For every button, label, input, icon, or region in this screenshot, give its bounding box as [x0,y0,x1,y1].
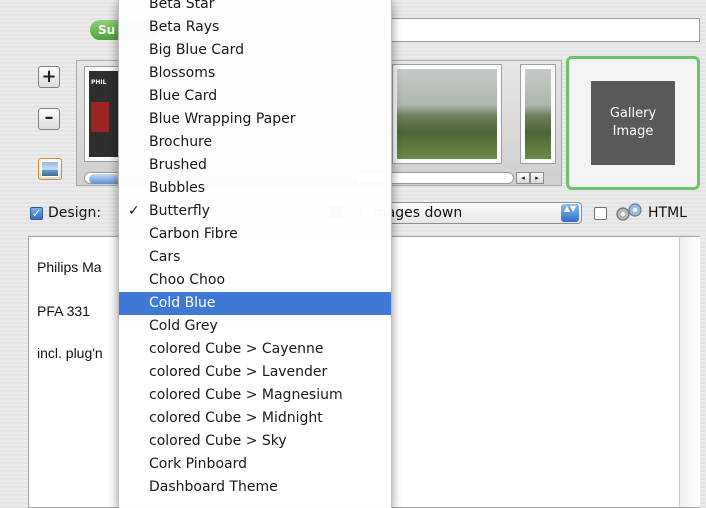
menu-item[interactable]: colored Cube > Sky [119,430,391,453]
gears-icon[interactable] [614,202,646,222]
menu-item-label: Dashboard Theme [149,479,278,495]
menu-item[interactable]: Cork Pinboard [119,453,391,476]
gallery-image-placeholder: Gallery Image [591,81,675,165]
menu-item[interactable]: Dashboard Theme [119,476,391,499]
scroll-left-arrow-icon[interactable]: ◂ [516,172,530,184]
text-scrollbar[interactable] [679,237,700,507]
menu-item[interactable]: Beta Star [119,0,391,16]
design-dropdown-menu: Beta Star Beta Rays Big Blue Card Blossoms B… [118,0,392,508]
gallery-thumbnail[interactable] [392,64,502,164]
html-label: HTML [648,205,687,221]
menu-item-label: Blossoms [149,65,216,81]
gallery-image-label-line1: Gallery [609,105,657,121]
menu-item-label: colored Cube > Magnesium [149,387,343,403]
menu-item-label: Big Blue Card [149,42,245,58]
landscape-picture-icon [41,161,59,177]
scroll-right-arrow-icon[interactable]: ▸ [530,172,544,184]
menu-item[interactable]: ✓ Butterfly [119,200,391,223]
menu-item[interactable]: colored Cube > Magnesium [119,384,391,407]
menu-item-label: colored Cube > Midnight [149,410,323,426]
menu-item-label: Blue Card [149,88,218,104]
design-checkbox[interactable]: ✓ [30,207,43,220]
menu-item[interactable]: Blossoms [119,62,391,85]
menu-item[interactable]: Brushed [119,154,391,177]
remove-image-button[interactable]: – [38,108,60,130]
menu-item-label: Choo Choo [149,272,226,288]
gallery-image-label-line2: Image [612,124,654,139]
description-line: PFA 331 [37,303,90,319]
menu-item[interactable]: Cold Blue [119,292,391,315]
menu-item[interactable]: Cold Grey [119,315,391,338]
menu-item-label: Cork Pinboard [149,456,247,472]
menu-item-label: Butterfly [149,203,210,219]
menu-item[interactable]: Cars [119,246,391,269]
menu-item-label: Beta Rays [149,19,220,35]
menu-item-label: colored Cube > Lavender [149,364,328,380]
checkmark-icon: ✓ [128,203,140,219]
menu-item[interactable]: Bubbles [119,177,391,200]
menu-item[interactable]: Blue Wrapping Paper [119,108,391,131]
menu-item[interactable]: Blue Card [119,85,391,108]
gallery-image-well[interactable]: Gallery Image [566,56,700,190]
menu-item[interactable]: colored Cube > Lavender [119,361,391,384]
menu-item[interactable]: colored Cube > Midnight [119,407,391,430]
menu-item[interactable]: Big Blue Card [119,39,391,62]
menu-item-label: Cars [149,249,181,265]
gallery-thumbnail[interactable] [520,64,556,164]
add-image-button[interactable]: + [38,66,60,88]
menu-item-label: Bubbles [149,180,206,196]
menu-item-label: Cold Blue [149,295,216,311]
title-input[interactable] [388,18,700,42]
menu-item-label: Beta Star [149,0,215,12]
menu-item[interactable]: Choo Choo [119,269,391,292]
menu-item[interactable]: colored Cube > Cayenne [119,338,391,361]
design-label: Design: [48,205,102,221]
menu-item-label: Blue Wrapping Paper [149,111,296,127]
description-line: incl. plug'n [37,345,103,361]
menu-item[interactable]: Brochure [119,131,391,154]
menu-item[interactable]: Carbon Fibre [119,223,391,246]
thumbnail-caption: PHIL [91,79,107,86]
html-checkbox[interactable] [594,207,607,220]
select-arrows-icon[interactable]: ▲▼ [561,204,579,222]
menu-item[interactable]: Beta Rays [119,16,391,39]
menu-item-label: Carbon Fibre [149,226,238,242]
menu-item-label: Brochure [149,134,213,150]
description-line: Philips Ma [37,259,102,275]
menu-item-label: Brushed [149,157,207,173]
menu-item-label: Cold Grey [149,318,218,334]
image-picker-button[interactable] [38,158,62,180]
image-order-select[interactable]: mages down ▲▼ [360,202,582,224]
menu-item-label: colored Cube > Sky [149,433,287,449]
menu-item-label: colored Cube > Cayenne [149,341,324,357]
